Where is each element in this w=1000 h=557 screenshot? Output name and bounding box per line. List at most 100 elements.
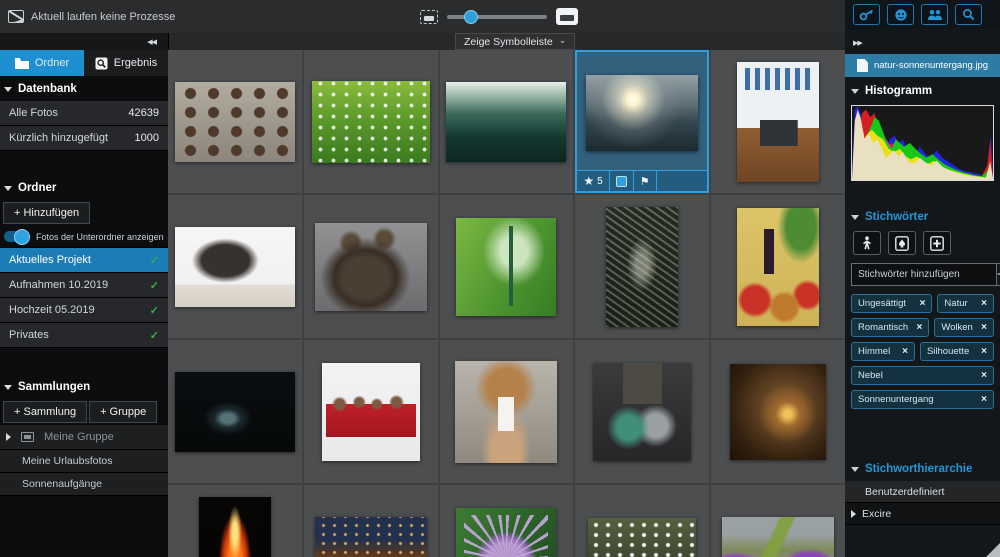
people-search-button[interactable] [921, 4, 948, 25]
photo-thumbnail[interactable] [174, 226, 295, 307]
tab-ordner[interactable]: Ordner [0, 50, 84, 76]
photo-thumbnail[interactable] [588, 517, 697, 557]
add-keyword-button[interactable]: + [996, 263, 1000, 286]
photo-cell[interactable] [303, 485, 438, 557]
section-header-sammlungen[interactable]: Sammlungen [0, 374, 168, 399]
collection-item-sonnenaufgaenge[interactable]: Sonnenaufgänge [0, 473, 168, 496]
slider-knob[interactable] [464, 9, 478, 24]
photo-cell[interactable] [439, 50, 574, 193]
folder-item-aufnahmen[interactable]: Aufnahmen 10.2019 ✓ [0, 273, 168, 298]
photo-thumbnail[interactable] [722, 516, 835, 557]
subfolder-toggle[interactable] [4, 229, 30, 245]
photo-thumbnail[interactable] [456, 507, 557, 557]
photo-cell[interactable] [439, 340, 574, 483]
photo-thumbnail[interactable] [314, 516, 427, 557]
photo-cell[interactable] [711, 340, 845, 483]
remove-tag-icon[interactable]: × [916, 322, 922, 333]
photo-thumbnail[interactable] [737, 61, 820, 182]
photo-cell[interactable] [303, 50, 438, 193]
suggest-keywords-button[interactable] [853, 231, 881, 255]
thumbnail-badge[interactable] [610, 171, 634, 191]
photo-thumbnail[interactable] [174, 81, 295, 162]
photo-thumbnail[interactable] [198, 496, 271, 557]
tag-chip[interactable]: Wolken × [934, 318, 994, 337]
collapse-left-panel-icon[interactable]: ◀◀ [147, 38, 157, 46]
thumbnail-size-large-icon[interactable] [556, 8, 578, 25]
thumbnail-size-slider[interactable] [447, 9, 547, 24]
photo-thumbnail[interactable] [321, 362, 420, 461]
collection-item-urlaubsfotos[interactable]: Meine Urlaubsfotos [0, 450, 168, 473]
photo-cell[interactable] [711, 195, 845, 338]
expand-right-panel-icon[interactable]: ▶▶ [853, 40, 863, 47]
remove-tag-icon[interactable]: × [981, 322, 987, 333]
tab-ergebnis[interactable]: Ergebnis [84, 50, 168, 76]
hierarchy-header[interactable]: Stichworthierarchie [845, 455, 1000, 481]
photo-cell[interactable] [303, 340, 438, 483]
photo-cell[interactable] [168, 195, 302, 338]
tag-chip[interactable]: Romantisch × [851, 318, 930, 337]
rating-badge[interactable]: ★ 5 [577, 171, 610, 191]
keyword-input[interactable] [851, 263, 996, 286]
db-item-alle-fotos[interactable]: Alle Fotos 42639 [0, 101, 168, 126]
tag-chip[interactable]: Silhouette × [919, 342, 994, 361]
remove-tag-icon[interactable]: × [981, 394, 987, 405]
photo-cell[interactable] [168, 50, 302, 193]
add-keyword-card-button[interactable] [923, 231, 951, 255]
db-item-kuerzlich[interactable]: Kürzlich hinzugefügt 1000 [0, 126, 168, 151]
photo-cell[interactable] [575, 485, 710, 557]
face-search-button[interactable] [887, 4, 914, 25]
tag-chip[interactable]: Sonnenuntergang × [851, 390, 994, 409]
folder-item-hochzeit[interactable]: Hochzeit 05.2019 ✓ [0, 298, 168, 323]
hierarchy-item-benutzerdefiniert[interactable]: Benutzerdefiniert [845, 481, 1000, 503]
photo-cell[interactable] [711, 485, 845, 557]
window-resize-handle[interactable] [986, 543, 1000, 557]
photo-cell[interactable] [303, 195, 438, 338]
photo-thumbnail[interactable] [311, 80, 430, 163]
flag-badge[interactable]: ⚑ [634, 171, 657, 191]
hierarchy-item-excire[interactable]: Excire [845, 503, 1000, 525]
section-header-ordner[interactable]: Ordner [0, 175, 168, 200]
histogram-header[interactable]: Histogramm [845, 77, 1000, 103]
search-button[interactable] [955, 4, 982, 25]
photo-thumbnail[interactable] [174, 371, 295, 452]
remove-tag-icon[interactable]: × [981, 346, 987, 357]
photo-thumbnail[interactable] [606, 206, 679, 327]
photo-thumbnail[interactable] [586, 74, 699, 151]
thumbnail-size-small-icon[interactable] [420, 9, 438, 24]
tag-chip[interactable]: Nebel × [851, 366, 994, 385]
tag-chip[interactable]: Natur × [937, 294, 995, 313]
remove-tag-icon[interactable]: × [902, 346, 908, 357]
photo-thumbnail[interactable] [446, 81, 567, 162]
photo-cell[interactable] [168, 485, 302, 557]
photo-cell[interactable] [439, 195, 574, 338]
folder-item-aktuelles-projekt[interactable]: Aktuelles Projekt ✓ [0, 248, 168, 273]
keywords-header[interactable]: Stichwörter [845, 203, 1000, 229]
view-mode-dropdown[interactable]: Zeige Symbolleiste ⌄ [455, 33, 576, 50]
tag-chip[interactable]: Himmel × [851, 342, 915, 361]
selected-file-row[interactable]: natur-sonnenuntergang.jpg [845, 54, 1000, 77]
folder-item-privates[interactable]: Privates ✓ [0, 323, 168, 348]
photo-cell[interactable] [168, 340, 302, 483]
photo-thumbnail[interactable] [314, 222, 427, 311]
photo-cell[interactable] [439, 485, 574, 557]
photo-cell[interactable] [575, 340, 710, 483]
collection-group-meine-gruppe[interactable]: Meine Gruppe [0, 425, 168, 450]
photo-thumbnail[interactable] [455, 360, 558, 463]
add-group-button[interactable]: + Gruppe [89, 401, 158, 423]
photo-cell[interactable] [575, 195, 710, 338]
key-search-button[interactable] [853, 4, 880, 25]
remove-tag-icon[interactable]: × [920, 298, 926, 309]
photo-thumbnail[interactable] [593, 362, 692, 461]
section-header-datenbank[interactable]: Datenbank [0, 76, 168, 101]
remove-tag-icon[interactable]: × [981, 370, 987, 381]
add-collection-button[interactable]: + Sammlung [3, 401, 88, 423]
photo-thumbnail[interactable] [456, 217, 557, 316]
add-folder-button[interactable]: + Hinzufügen [3, 202, 91, 224]
photo-cell[interactable] [711, 50, 845, 193]
tag-chip[interactable]: Ungesättigt × [851, 294, 933, 313]
keyword-card-button[interactable] [888, 231, 916, 255]
photo-thumbnail[interactable] [737, 207, 820, 326]
photo-thumbnail[interactable] [730, 363, 827, 460]
remove-tag-icon[interactable]: × [981, 298, 987, 309]
photo-cell-selected[interactable]: ★ 5 ⚑ [575, 50, 710, 193]
